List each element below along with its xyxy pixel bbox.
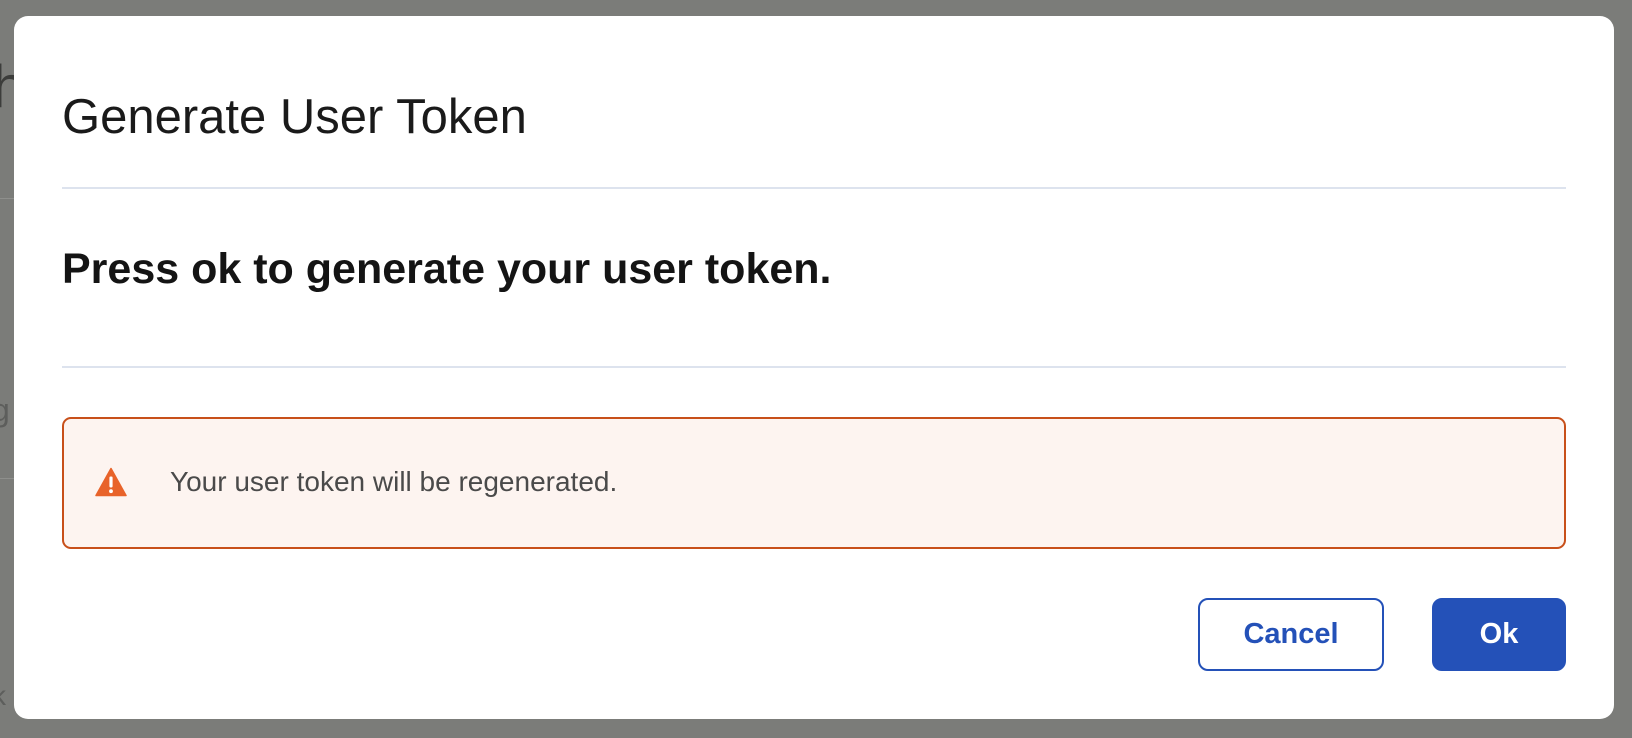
generate-token-dialog: Generate User Token Press ok to generate… [14,16,1614,719]
warning-text: Your user token will be regenerated. [170,466,618,497]
dialog-message: Press ok to generate your user token. [62,245,832,293]
cancel-button[interactable]: Cancel [1198,598,1384,671]
dialog-title: Generate User Token [62,90,527,144]
warning-triangle-icon [95,467,127,497]
warning-alert: Your user token will be regenerated. [62,417,1566,549]
ok-button[interactable]: Ok [1432,598,1566,671]
background-text-fragment: k [0,680,6,712]
body-divider [62,366,1566,368]
background-text-fragment: g [0,392,10,428]
header-divider [62,187,1566,189]
